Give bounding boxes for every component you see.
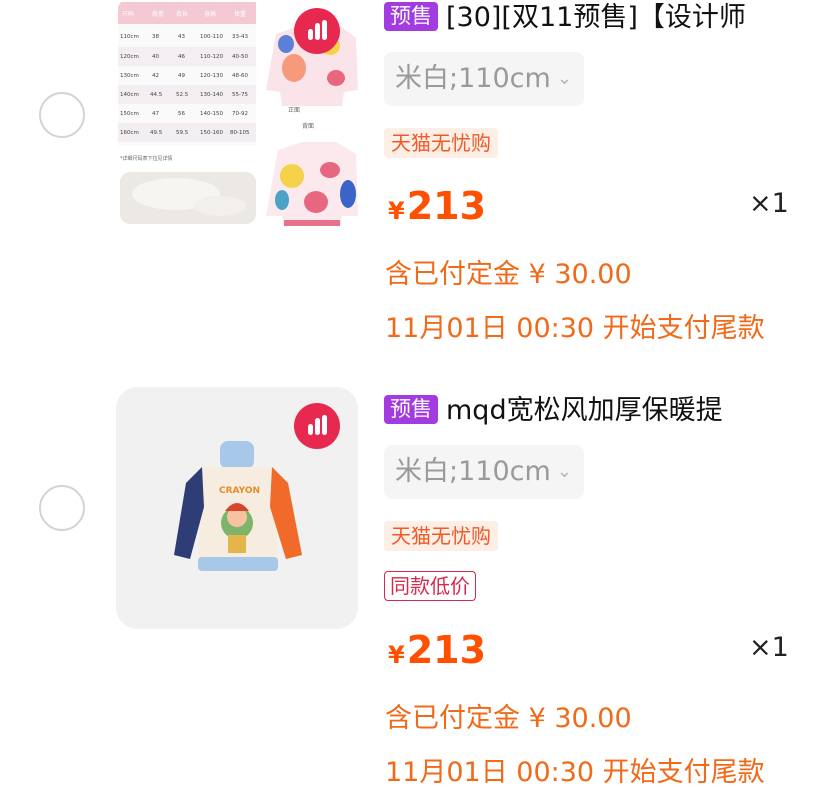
chart-cell: 130cm: [120, 73, 139, 79]
cart-item-2: CRAYON 预售 mqd宽松风加厚保暖提 米白;110cm ⌄ 天猫无忧购 同款…: [0, 380, 828, 788]
chart-cell: 55-75: [232, 92, 248, 98]
sweater-print-text: CRAYON: [219, 486, 260, 496]
product-title-text: mqd宽松风加厚保暖提: [446, 395, 723, 426]
chart-header-2: 衣长: [176, 10, 188, 18]
presale-tag: 预售: [384, 2, 438, 31]
product-title-text: [30][双11预售]【设计师: [446, 2, 746, 33]
tmall-logo-icon: [294, 403, 340, 449]
balance-payment-time: 11月01日 00:30 开始支付尾款: [385, 313, 765, 344]
chart-cell: 150cm: [120, 111, 139, 117]
chart-cell: 46: [178, 54, 185, 60]
chart-cell: 120cm: [120, 54, 139, 60]
chart-cell: 40: [152, 54, 159, 60]
deposit-paid-text: 含已付定金 ¥ 30.00: [385, 259, 632, 290]
jacket-back: [266, 142, 358, 226]
chart-header-4: 体重: [234, 10, 246, 18]
chart-cell: 44.5: [150, 92, 163, 98]
currency-symbol: ¥: [388, 197, 405, 225]
chart-note: *详细尺码表下拉见详情: [120, 155, 173, 162]
cart-item-1: 尺码 肩宽 衣长 身高 体重 110cm 38 43 100-110 33-43…: [0, 0, 828, 370]
chart-header-3: 身高: [204, 10, 216, 18]
price: ¥213: [388, 628, 486, 672]
chart-cell: 130-140: [200, 92, 223, 98]
sku-value: 米白;110cm: [395, 456, 551, 487]
select-radio[interactable]: [39, 485, 85, 531]
chart-cell: 40-50: [232, 54, 248, 60]
sku-value: 米白;110cm: [395, 63, 551, 94]
chart-cell: 120-130: [200, 73, 223, 79]
deposit-paid-text: 含已付定金 ¥ 30.00: [385, 703, 632, 734]
sku-selector[interactable]: 米白;110cm ⌄: [384, 445, 584, 499]
front-label: 正面: [288, 107, 300, 114]
tmall-logo-icon: [294, 8, 340, 54]
chart-cell: 140cm: [120, 92, 139, 98]
chart-header-1: 肩宽: [152, 10, 164, 18]
chart-cell: 49.5: [150, 130, 163, 136]
chart-cell: 43: [178, 34, 185, 40]
chart-cell: 110cm: [120, 34, 139, 40]
chart-cell: 110-120: [200, 54, 223, 60]
quantity[interactable]: ×1: [749, 632, 789, 663]
chart-cell: 42: [152, 73, 159, 79]
chart-cell: 80-105: [230, 130, 250, 136]
chart-cell: 49: [178, 73, 185, 79]
chart-cell: 150-160: [200, 130, 223, 136]
presale-tag: 预售: [384, 395, 438, 424]
chart-cell: 56: [178, 111, 185, 117]
price: ¥213: [388, 184, 486, 228]
price-value: 213: [406, 184, 487, 228]
chart-cell: 52.5: [176, 92, 189, 98]
chart-cell: 48-60: [232, 73, 248, 79]
product-title[interactable]: 预售 [30][双11预售]【设计师: [384, 0, 814, 36]
select-radio[interactable]: [39, 92, 85, 138]
chart-cell: 160cm: [120, 130, 139, 136]
chart-cell: 59.5: [176, 130, 189, 136]
product-title[interactable]: 预售 mqd宽松风加厚保暖提: [384, 393, 814, 429]
product-thumbnail[interactable]: 尺码 肩宽 衣长 身高 体重 110cm 38 43 100-110 33-43…: [116, 0, 358, 236]
same-item-low-price-tag: 同款低价: [384, 571, 476, 601]
chevron-down-icon: ⌄: [556, 461, 572, 482]
price-value: 213: [406, 628, 487, 672]
chart-cell: 100-110: [200, 34, 223, 40]
chevron-down-icon: ⌄: [556, 68, 572, 89]
quantity[interactable]: ×1: [749, 188, 789, 219]
balance-payment-time: 11月01日 00:30 开始支付尾款: [385, 757, 765, 788]
product-thumbnail[interactable]: CRAYON: [116, 387, 358, 629]
tmall-worry-free-tag: 天猫无忧购: [384, 521, 498, 551]
sku-selector[interactable]: 米白;110cm ⌄: [384, 52, 584, 106]
chart-cell: 38: [152, 34, 159, 40]
currency-symbol: ¥: [388, 641, 405, 669]
chart-cell: 47: [152, 111, 159, 117]
back-label: 背面: [302, 122, 314, 130]
chart-cell: 140-150: [200, 111, 223, 117]
tmall-worry-free-tag: 天猫无忧购: [384, 128, 498, 158]
chart-cell: 70-92: [232, 111, 248, 117]
chart-header-0: 尺码: [122, 10, 134, 18]
chart-cell: 33-43: [232, 34, 248, 40]
